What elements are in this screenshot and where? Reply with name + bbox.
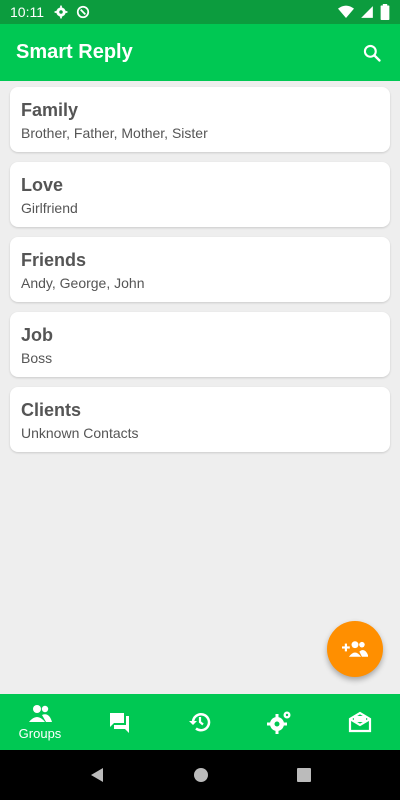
group-name: Friends — [21, 250, 87, 270]
groups-icon — [29, 704, 52, 722]
group-name: Family — [21, 100, 79, 120]
group-name: Love — [21, 175, 64, 195]
nav-groups-label: Groups — [18, 725, 62, 741]
history-icon — [189, 713, 211, 732]
group-members: Boss — [21, 350, 53, 366]
signal-icon — [361, 6, 373, 18]
group-card-job[interactable]: Job Boss — [10, 312, 390, 377]
add-group-button[interactable] — [327, 621, 383, 677]
group-card-family[interactable]: Family Brother, Father, Mother, Sister — [10, 87, 390, 152]
group-members: Brother, Father, Mother, Sister — [21, 125, 208, 141]
mail-icon — [348, 711, 372, 733]
gear-icon — [54, 5, 68, 19]
group-card-clients[interactable]: Clients Unknown Contacts — [10, 387, 390, 452]
recents-icon[interactable] — [297, 768, 311, 782]
add-group-icon — [342, 641, 368, 657]
group-members: Unknown Contacts — [21, 425, 139, 441]
bottom-navigation: Groups — [0, 694, 400, 750]
nav-history[interactable] — [160, 694, 240, 750]
wifi-icon — [338, 5, 354, 19]
status-time: 10:11 — [10, 4, 44, 20]
settings-icon — [267, 711, 291, 734]
group-card-love[interactable]: Love Girlfriend — [10, 162, 390, 227]
app-bar: Smart Reply — [0, 24, 400, 81]
home-icon[interactable] — [193, 767, 209, 783]
nav-chat[interactable] — [80, 694, 160, 750]
battery-icon — [380, 4, 390, 20]
system-navigation-bar — [0, 750, 400, 800]
group-members: Andy, George, John — [21, 275, 145, 291]
group-name: Clients — [21, 400, 82, 420]
vpn-icon — [76, 5, 90, 19]
chat-icon — [110, 713, 129, 733]
group-card-friends[interactable]: Friends Andy, George, John — [10, 237, 390, 302]
nav-mail[interactable] — [320, 694, 400, 750]
group-name: Job — [21, 325, 54, 345]
nav-settings[interactable] — [240, 694, 320, 750]
group-members: Girlfriend — [21, 200, 78, 216]
back-icon[interactable] — [89, 767, 105, 783]
app-title: Smart Reply — [16, 41, 133, 63]
search-icon[interactable] — [360, 41, 384, 65]
nav-groups[interactable]: Groups — [0, 694, 80, 750]
group-list: Family Brother, Father, Mother, Sister L… — [10, 87, 390, 462]
status-bar: 10:11 — [0, 0, 400, 24]
